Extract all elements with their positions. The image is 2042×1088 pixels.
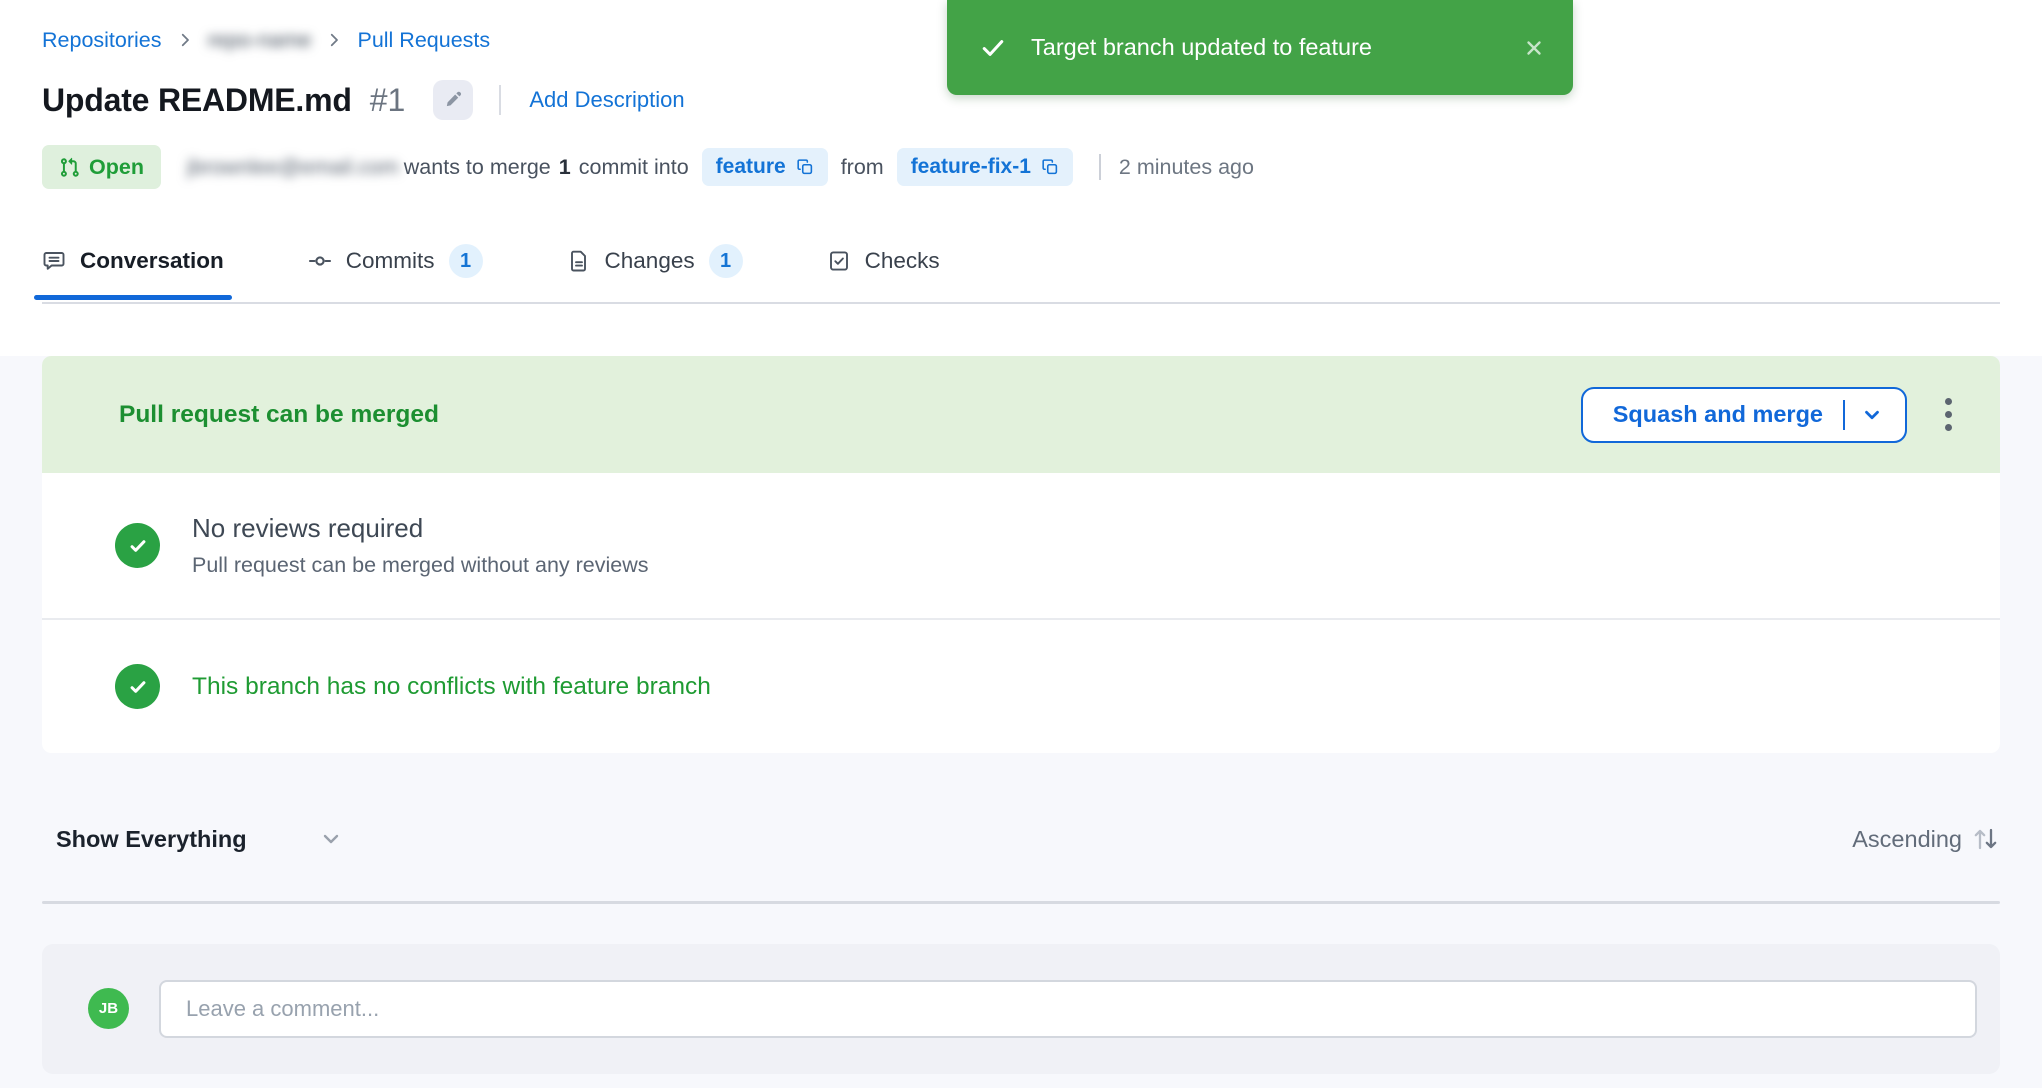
sort-arrows-icon: [1970, 825, 2000, 853]
target-branch-label: feature: [716, 155, 786, 179]
edit-title-button[interactable]: [433, 80, 473, 120]
tab-conversation[interactable]: Conversation: [42, 248, 224, 274]
squash-and-merge-button[interactable]: Squash and merge: [1581, 387, 1907, 443]
toast-check-icon: [979, 34, 1007, 62]
git-pull-request-icon: [59, 157, 80, 178]
add-description-link[interactable]: Add Description: [529, 87, 684, 113]
sort-ascending-button[interactable]: Ascending: [1852, 825, 2000, 853]
source-branch-label: feature-fix-1: [911, 155, 1031, 179]
chevron-down-icon: [319, 827, 343, 851]
pull-request-page: Repositories repo-name Pull Requests Upd…: [0, 0, 2042, 1088]
avatar: JB: [88, 988, 129, 1029]
pr-meta-row: Open jbrownlee@email.com wants to merge …: [42, 144, 2000, 190]
check-circle-icon: [115, 523, 160, 568]
sort-label: Ascending: [1852, 826, 1962, 853]
timeline-controls: Show Everything Ascending: [42, 825, 2000, 853]
checklist-icon: [827, 249, 851, 273]
main-content: Pull request can be merged Squash and me…: [0, 356, 2042, 1088]
tab-checks[interactable]: Checks: [827, 248, 940, 274]
chevron-down-icon[interactable]: [1861, 404, 1883, 426]
page-title: Update README.md: [42, 82, 352, 119]
show-everything-dropdown[interactable]: Show Everything: [56, 826, 343, 853]
check-row-reviews: No reviews required Pull request can be …: [42, 473, 2000, 618]
source-branch-chip[interactable]: feature-fix-1: [897, 148, 1073, 186]
meta-text: wants to merge: [404, 155, 551, 180]
tab-label: Changes: [605, 248, 695, 274]
divider: [499, 85, 501, 115]
status-badge: Open: [42, 145, 161, 189]
status-label: Open: [89, 155, 144, 180]
tab-label: Commits: [346, 248, 435, 274]
tab-changes[interactable]: Changes 1: [567, 244, 743, 278]
commit-icon: [308, 249, 332, 273]
check-title: No reviews required: [192, 513, 649, 544]
breadcrumb-repo-name-redacted[interactable]: repo-name: [208, 28, 312, 53]
timestamp: 2 minutes ago: [1119, 155, 1254, 180]
tab-label: Checks: [865, 248, 940, 274]
pencil-icon: [443, 90, 463, 110]
copy-icon[interactable]: [796, 158, 814, 176]
toast-notification: Target branch updated to feature: [947, 0, 1573, 95]
divider: [1099, 154, 1101, 180]
breadcrumb-repositories-link[interactable]: Repositories: [42, 28, 162, 53]
meta-text: from: [841, 155, 884, 180]
toast-message: Target branch updated to feature: [1031, 34, 1499, 61]
merge-status-card: Pull request can be merged Squash and me…: [42, 356, 2000, 753]
check-row-conflicts: This branch has no conflicts with featur…: [42, 620, 2000, 753]
target-branch-chip[interactable]: feature: [702, 148, 828, 186]
check-circle-icon: [115, 664, 160, 709]
file-icon: [567, 249, 591, 273]
tab-label: Conversation: [80, 248, 224, 274]
filter-label: Show Everything: [56, 826, 247, 853]
comment-icon: [42, 249, 66, 273]
toast-close-icon[interactable]: [1523, 37, 1545, 59]
divider: [1843, 400, 1845, 430]
merge-status-heading: Pull request can be merged: [119, 401, 1581, 429]
breadcrumb-pull-requests-link[interactable]: Pull Requests: [357, 28, 490, 53]
divider: [42, 901, 2000, 904]
merge-checks-list: No reviews required Pull request can be …: [42, 473, 2000, 753]
chevron-right-icon: [325, 31, 343, 49]
tab-commits[interactable]: Commits 1: [308, 244, 483, 278]
chevron-right-icon: [176, 31, 194, 49]
squash-and-merge-label: Squash and merge: [1613, 401, 1823, 428]
more-options-button[interactable]: [1937, 390, 1960, 439]
check-subtitle: Pull request can be merged without any r…: [192, 553, 649, 578]
merge-status-header: Pull request can be merged Squash and me…: [42, 356, 2000, 473]
meta-text: commit into: [579, 155, 689, 180]
comment-composer: JB: [42, 944, 2000, 1074]
tab-count-badge: 1: [449, 244, 483, 278]
copy-icon[interactable]: [1041, 158, 1059, 176]
tab-count-badge: 1: [709, 244, 743, 278]
comment-input[interactable]: [159, 980, 1977, 1038]
check-title: This branch has no conflicts with featur…: [192, 673, 711, 701]
pr-tabs: Conversation Commits 1 Changes 1 Checks: [42, 244, 2000, 304]
author-name-redacted: jbrownlee@email.com: [187, 155, 399, 180]
pr-number: #1: [370, 82, 406, 119]
commit-count: 1: [559, 155, 571, 180]
